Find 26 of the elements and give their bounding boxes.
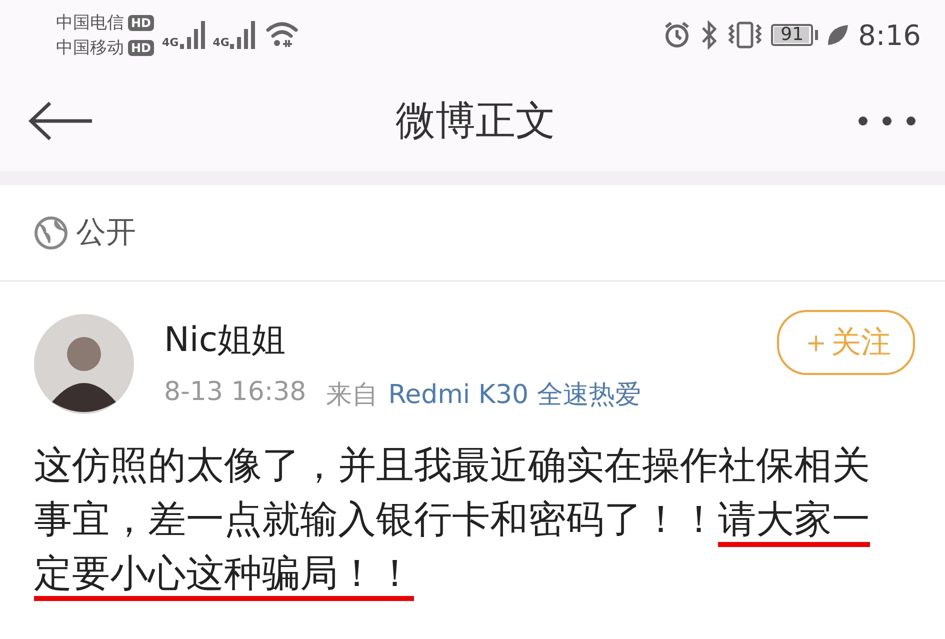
network-type: 4G (212, 36, 230, 49)
bluetooth-icon (699, 20, 720, 50)
back-arrow-icon (28, 100, 94, 140)
visibility-label: 公开 (76, 214, 136, 252)
vibrate-icon (727, 21, 764, 49)
carrier-name: 中国电信 (56, 12, 124, 34)
more-icon (857, 114, 917, 126)
post-text: 这仿照的太像了，并且我最近确实在操作社保相关事宜，差一点就输入银行卡和密码了！！请大家一定要小心这种骗局！！ (33, 442, 871, 597)
network-type: 4G (162, 36, 179, 49)
source-link[interactable]: Redmi K30 全速热爱 (388, 376, 641, 412)
carrier-name: 中国移动 (56, 37, 124, 59)
source-label: 来自 (326, 378, 378, 412)
signal-icon (229, 20, 256, 50)
hd-badge: HD (128, 40, 154, 56)
wifi-icon (265, 21, 300, 49)
avatar-icon (34, 314, 134, 414)
leaf-icon (826, 23, 850, 47)
alarm-icon (663, 21, 692, 49)
clock-time: 8:16 (858, 18, 921, 52)
author-name[interactable]: Nic姐姐 (164, 316, 747, 362)
signal-icon (178, 20, 205, 50)
page-title: 微博正文 (396, 97, 556, 146)
post-time: 8-13 16:38 (164, 376, 306, 408)
globe-icon (34, 216, 68, 250)
battery-percent: 91 (780, 26, 805, 44)
hd-badge: HD (128, 14, 154, 30)
